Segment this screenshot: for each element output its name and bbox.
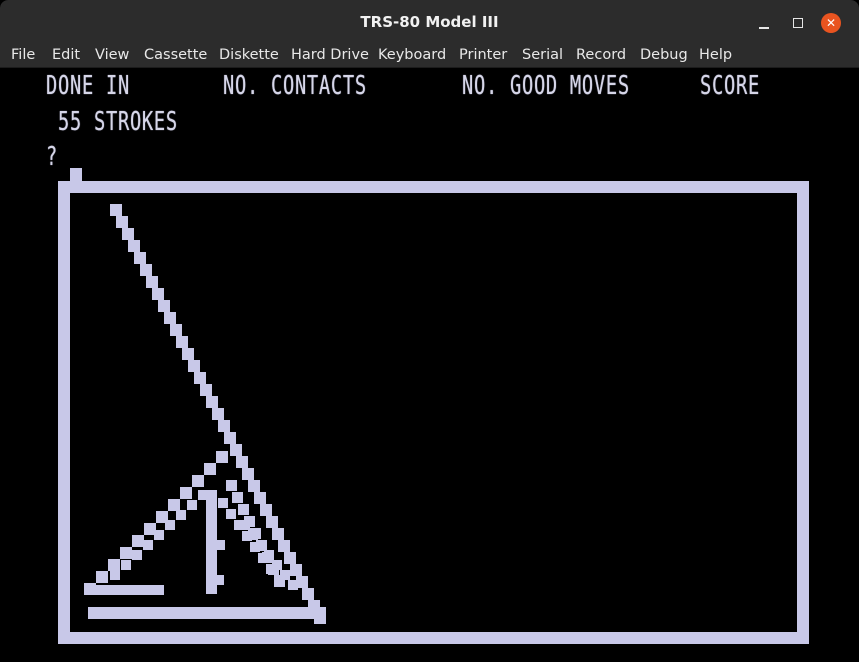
diagonal-pixel <box>152 288 164 300</box>
inner-left-pixel <box>165 520 175 530</box>
diagonal-pixel <box>224 432 236 444</box>
tent-left-pixel <box>204 463 216 475</box>
diagonal-pixel <box>176 336 188 348</box>
diagonal-pixel <box>188 360 200 372</box>
menu-view[interactable]: View <box>95 46 129 64</box>
inner-left-pixel <box>110 570 120 580</box>
diagonal-pixel <box>290 564 302 576</box>
mid-stroke-pixel <box>280 570 290 580</box>
diagonal-pixel <box>242 468 254 480</box>
mid-stroke-pixel <box>272 560 282 570</box>
trs80-screen[interactable]: DONE IN NO. CONTACTS NO. GOOD MOVES SCOR… <box>0 68 859 662</box>
tent-left-pixel <box>108 559 120 571</box>
diagonal-pixel <box>302 588 314 600</box>
tent-left-pixel <box>96 571 108 583</box>
mid-stroke-pixel <box>256 540 266 550</box>
close-icon: ✕ <box>825 16 837 30</box>
diagonal-pixel <box>116 216 128 228</box>
diagonal-pixel <box>206 396 218 408</box>
menu-record[interactable]: Record <box>576 46 626 64</box>
menu-file[interactable]: File <box>11 46 35 64</box>
minimize-button[interactable] <box>754 13 774 33</box>
menu-edit[interactable]: Edit <box>52 46 80 64</box>
title-bar[interactable]: TRS-80 Model III ✕ <box>0 0 859 46</box>
menu-keyboard[interactable]: Keyboard <box>378 46 446 64</box>
inner-left-pixel <box>176 510 186 520</box>
diagonal-pixel <box>212 408 224 420</box>
frame-bottom <box>58 632 809 644</box>
diagonal-pixel <box>218 420 230 432</box>
diagonal-pixel <box>194 372 206 384</box>
inner-right2-pixel <box>218 498 228 508</box>
tent-left-pixel <box>216 451 228 463</box>
graphics-playfield <box>58 168 809 644</box>
frame-nub <box>70 168 82 182</box>
tent-left-pixel <box>120 547 132 559</box>
frame-left <box>58 181 70 644</box>
diagonal-pixel <box>230 444 242 456</box>
diagonal-pixel <box>248 480 260 492</box>
inner-right-pixel <box>232 492 243 503</box>
tent-floor <box>84 585 164 595</box>
menu-help[interactable]: Help <box>699 46 732 64</box>
diagonal-pixel <box>170 324 182 336</box>
diagonal-pixel <box>140 264 152 276</box>
inner-left-pixel <box>132 550 142 560</box>
mid-stroke-pixel <box>288 580 298 590</box>
window-title: TRS-80 Model III <box>360 13 499 31</box>
diagonal-pixel <box>110 204 122 216</box>
close-button[interactable]: ✕ <box>821 13 841 33</box>
pole-notch-2 <box>212 575 224 585</box>
inner-left-pixel <box>143 540 153 550</box>
diagonal-pixel <box>182 348 194 360</box>
frame-right <box>797 181 809 644</box>
diagonal-pixel <box>200 384 212 396</box>
diagonal-pixel <box>254 492 266 504</box>
tent-left-pixel <box>168 499 180 511</box>
menu-hard-drive[interactable]: Hard Drive <box>291 46 369 64</box>
inner-right2-pixel <box>226 509 236 519</box>
maximize-button[interactable] <box>788 13 808 33</box>
diagonal-pixel <box>278 540 290 552</box>
diagonal-pixel <box>128 240 140 252</box>
diagonal-pixel <box>164 312 176 324</box>
pole-notch <box>215 540 225 550</box>
diagonal-pixel <box>272 528 284 540</box>
base-bar <box>88 607 326 619</box>
menu-cassette[interactable]: Cassette <box>144 46 207 64</box>
menu-serial[interactable]: Serial <box>522 46 563 64</box>
diagonal-pixel <box>260 504 272 516</box>
tent-left-pixel <box>192 475 204 487</box>
diagonal-pixel <box>266 516 278 528</box>
mid-stroke-pixel <box>240 520 250 530</box>
minimize-icon <box>759 27 769 29</box>
inner-left-pixel <box>187 500 197 510</box>
diagonal-pixel <box>284 552 296 564</box>
frame-top <box>58 181 809 193</box>
inner-left-pixel <box>154 530 164 540</box>
tent-left-pixel <box>180 487 192 499</box>
diagonal-pixel <box>158 300 170 312</box>
inner-right-pixel <box>226 480 237 491</box>
inner-left-pixel <box>121 560 131 570</box>
mid-stroke-pixel <box>248 530 258 540</box>
emulator-window: TRS-80 Model III ✕ File Edit View Casset… <box>0 0 859 662</box>
pixel-graphics <box>58 168 809 644</box>
inner-right-pixel <box>238 504 249 515</box>
diagonal-pixel <box>134 252 146 264</box>
menu-debug[interactable]: Debug <box>640 46 688 64</box>
diagonal-pixel <box>236 456 248 468</box>
menu-printer[interactable]: Printer <box>459 46 507 64</box>
mid-stroke-pixel <box>264 550 274 560</box>
diagonal-pixel <box>146 276 158 288</box>
tent-left-pixel <box>132 535 144 547</box>
menu-diskette[interactable]: Diskette <box>219 46 279 64</box>
diagonal-pixel <box>122 228 134 240</box>
menu-bar: File Edit View Cassette Diskette Hard Dr… <box>0 46 859 68</box>
maximize-icon <box>793 18 803 28</box>
